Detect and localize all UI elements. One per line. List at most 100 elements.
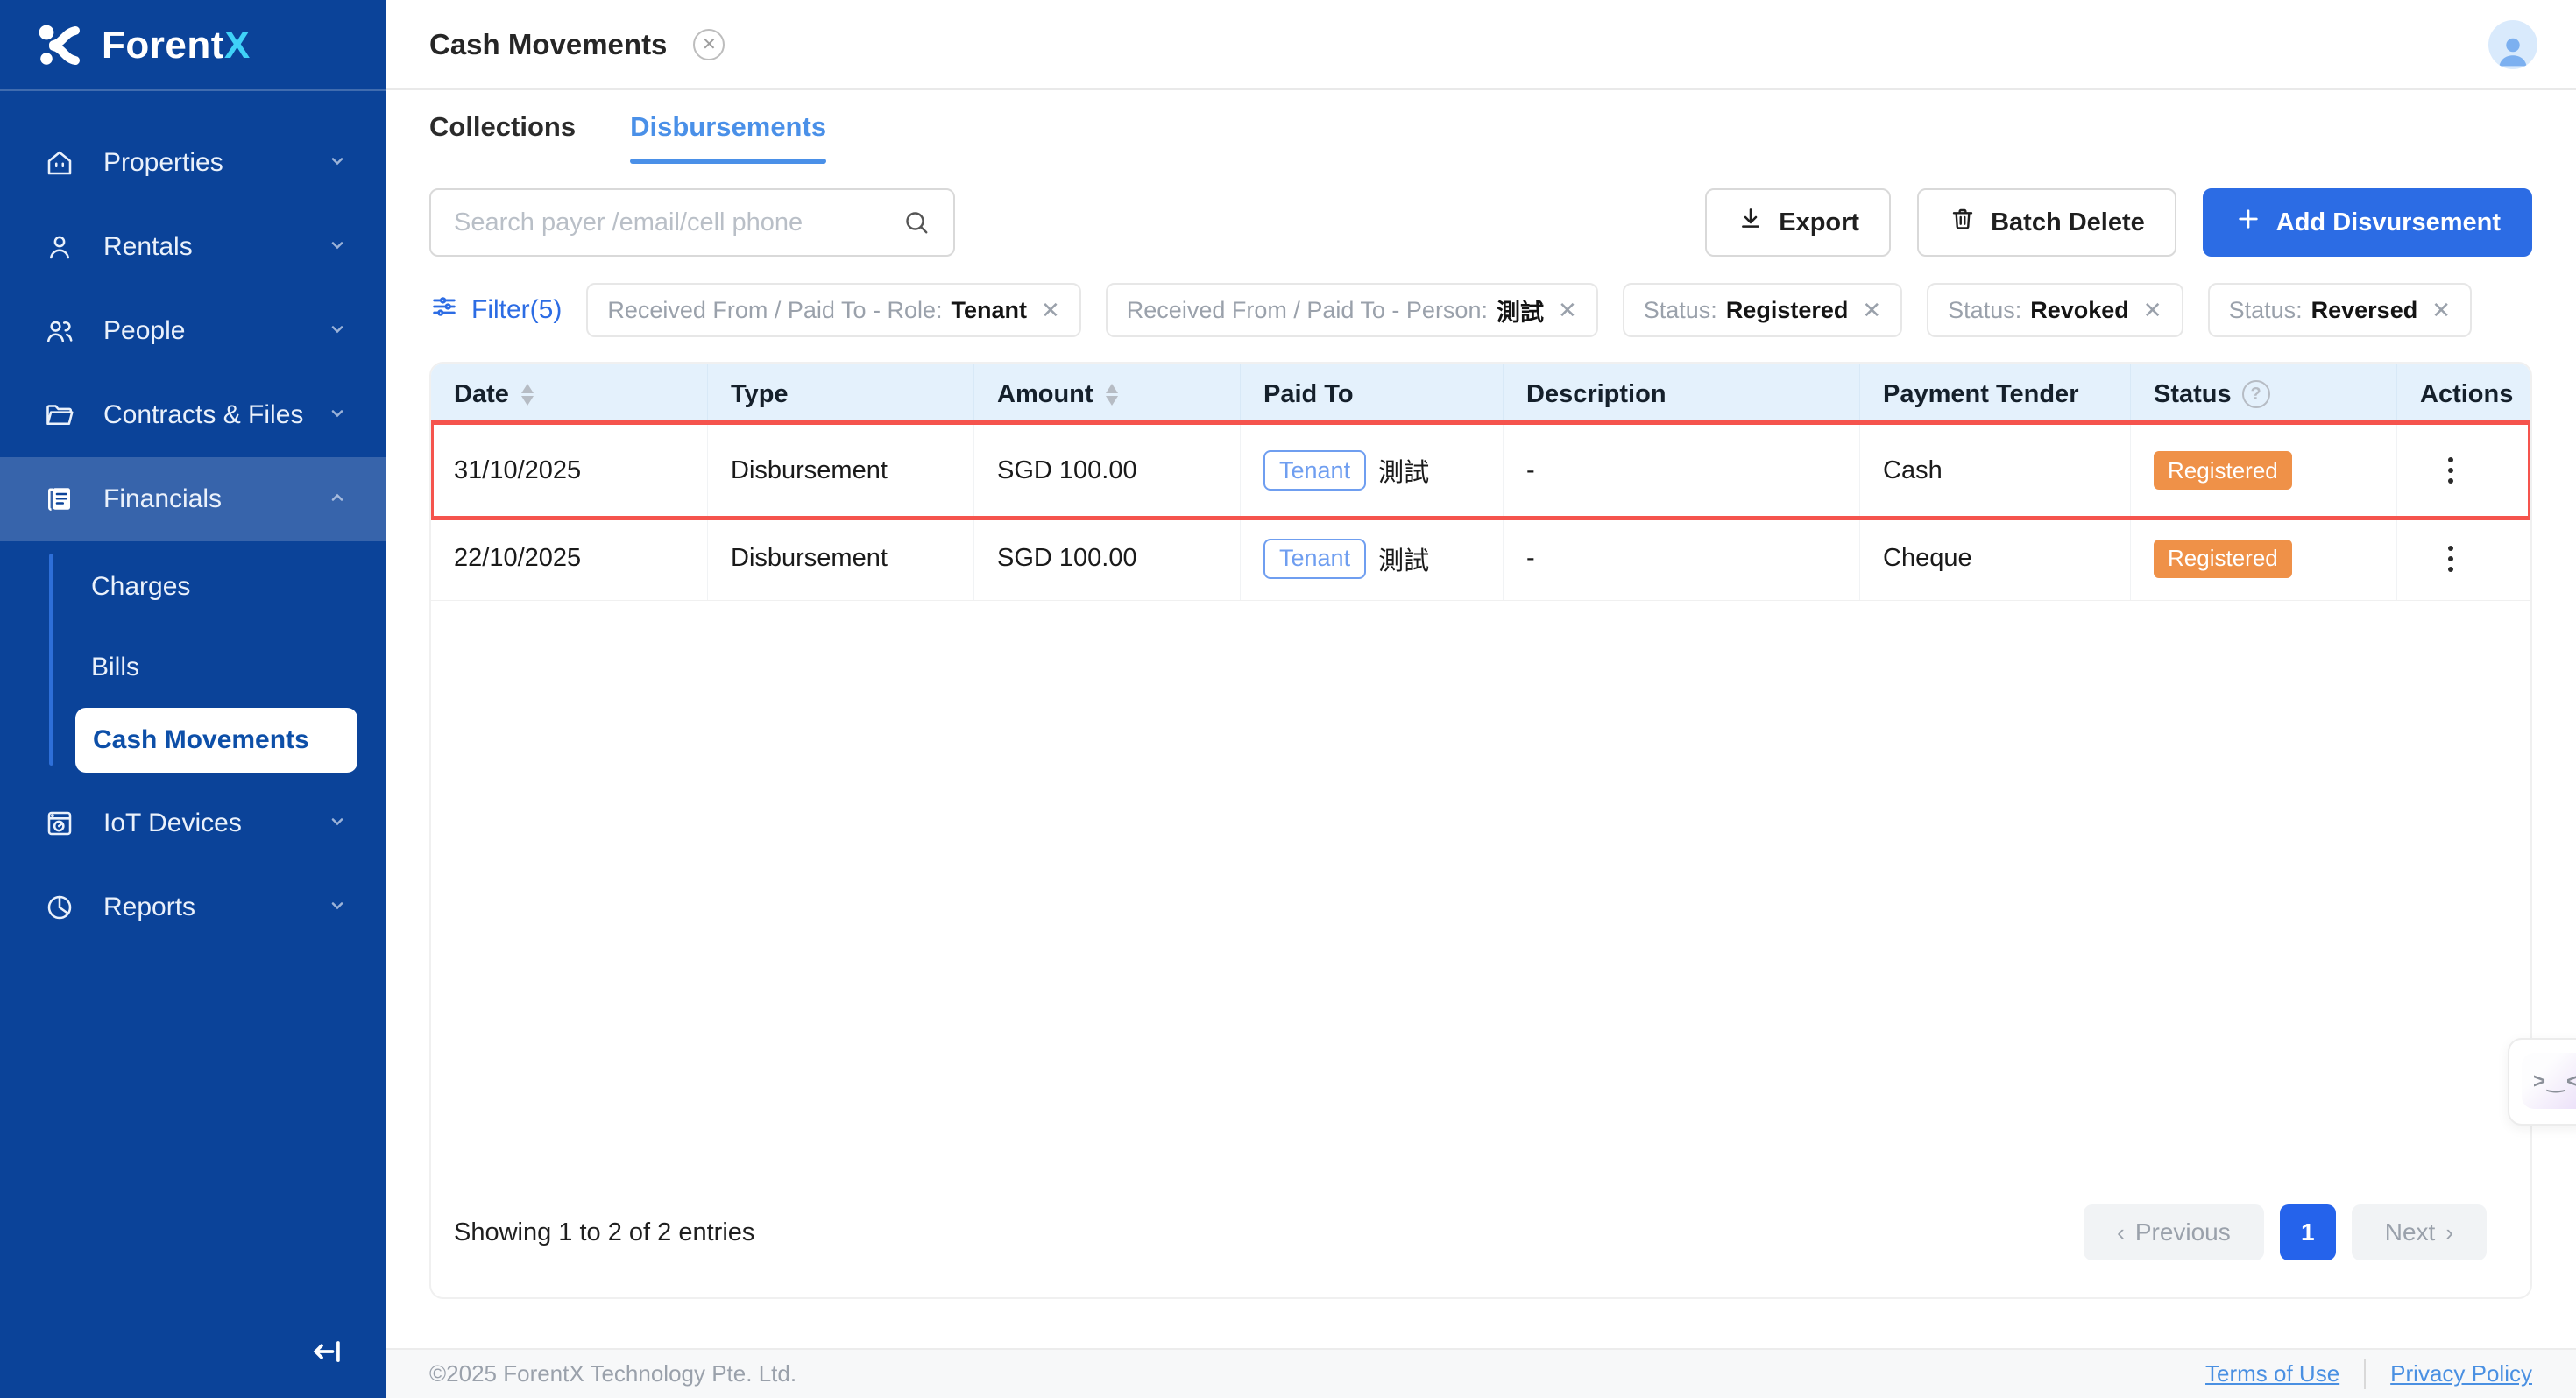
export-button[interactable]: Export: [1705, 188, 1892, 257]
cell-type: Disbursement: [708, 517, 974, 600]
document-icon: [42, 484, 77, 515]
sidebar-item-people[interactable]: People: [0, 289, 386, 373]
next-page-button[interactable]: Next ›: [2351, 1204, 2487, 1260]
cell-actions: [2397, 425, 2530, 516]
remove-filter-icon[interactable]: ✕: [2431, 297, 2451, 324]
sidebar-item-label: Contracts & Files: [103, 400, 304, 429]
sidebar-item-cash-movements[interactable]: Cash Movements: [75, 708, 357, 773]
search-box: [429, 188, 955, 257]
filter-chip-status-reversed: Status: Reversed ✕: [2207, 283, 2473, 337]
cell-paid-to: Tenant 測試: [1241, 517, 1504, 600]
help-icon[interactable]: ?: [2241, 380, 2270, 408]
remove-filter-icon[interactable]: ✕: [1558, 297, 1577, 324]
privacy-policy-link[interactable]: Privacy Policy: [2390, 1360, 2532, 1387]
home-icon: [42, 147, 77, 179]
column-header-paid-to: Paid To: [1241, 364, 1504, 425]
sidebar-item-label: IoT Devices: [103, 808, 242, 837]
sidebar-item-contracts-files[interactable]: Contracts & Files: [0, 373, 386, 457]
cell-actions: [2397, 517, 2530, 600]
cell-date: 22/10/2025: [431, 517, 708, 600]
people-icon: [42, 315, 77, 347]
download-icon: [1737, 205, 1765, 240]
tab-bar: Collections Disbursements: [429, 111, 2532, 164]
page-title: Cash Movements: [429, 27, 668, 60]
chevron-down-icon: [324, 400, 350, 431]
brand-logo: ForentX: [0, 0, 386, 89]
sidebar-item-label: Financials: [103, 484, 223, 513]
remove-filter-icon[interactable]: ✕: [1862, 297, 1881, 324]
user-avatar[interactable]: [2488, 19, 2537, 69]
collapse-arrow-icon: [308, 1341, 347, 1374]
close-tab-icon[interactable]: ✕: [693, 28, 725, 60]
column-header-date[interactable]: Date: [431, 364, 708, 425]
terms-of-use-link[interactable]: Terms of Use: [2205, 1360, 2339, 1387]
filter-bar: Filter(5) Received From / Paid To - Role…: [429, 283, 2532, 337]
search-input[interactable]: [429, 188, 955, 257]
tab-disbursements[interactable]: Disbursements: [630, 111, 826, 164]
add-disbursement-label: Add Disvursement: [2275, 208, 2501, 237]
remove-filter-icon[interactable]: ✕: [2143, 297, 2162, 324]
cell-payment-tender: Cheque: [1860, 517, 2131, 600]
topbar: Cash Movements ✕: [386, 0, 2576, 90]
page-number-button[interactable]: 1: [2279, 1204, 2336, 1260]
cell-amount: SGD 100.00: [974, 517, 1241, 600]
pie-chart-icon: [42, 892, 77, 923]
chevron-right-icon: ›: [2445, 1218, 2453, 1246]
column-header-status: Status ?: [2131, 364, 2397, 425]
table-row[interactable]: 22/10/2025 Disbursement SGD 100.00 Tenan…: [431, 517, 2530, 601]
cell-type: Disbursement: [708, 425, 974, 516]
sidebar-item-properties[interactable]: Properties: [0, 121, 386, 205]
column-header-amount[interactable]: Amount: [974, 364, 1241, 425]
sidebar-item-charges[interactable]: Charges: [0, 547, 386, 627]
sidebar-item-rentals[interactable]: Rentals: [0, 205, 386, 289]
sort-icon[interactable]: [520, 383, 535, 406]
paid-to-name: 測試: [1378, 547, 1430, 575]
content: Collections Disbursements Export: [386, 90, 2576, 1348]
filter-chip-person: Received From / Paid To - Person: 測試 ✕: [1105, 283, 1598, 337]
main-area: Cash Movements ✕ Collections Disbursemen…: [386, 0, 2576, 1398]
previous-page-button[interactable]: ‹ Previous: [2084, 1204, 2264, 1260]
entries-summary: Showing 1 to 2 of 2 entries: [454, 1218, 755, 1246]
avatar-person-icon: [2499, 38, 2527, 66]
chevron-down-icon: [324, 808, 350, 839]
filter-button[interactable]: Filter(5): [429, 292, 562, 328]
sidebar-item-bills[interactable]: Bills: [0, 627, 386, 708]
kebab-menu-icon[interactable]: [2448, 545, 2453, 572]
kebab-menu-icon[interactable]: [2448, 457, 2453, 484]
sidebar-item-label: Reports: [103, 893, 196, 921]
table-body: 31/10/2025 Disbursement SGD 100.00 Tenan…: [431, 420, 2530, 601]
column-header-payment-tender: Payment Tender: [1860, 364, 2131, 425]
add-disbursement-button[interactable]: Add Disvursement: [2202, 188, 2532, 257]
tab-collections[interactable]: Collections: [429, 111, 576, 164]
chevron-down-icon: [324, 232, 350, 263]
sidebar-item-label: People: [103, 316, 186, 345]
filter-icon: [429, 292, 459, 328]
cell-amount: SGD 100.00: [974, 425, 1241, 516]
sidebar-item-label: Properties: [103, 148, 223, 177]
feedback-widget-button[interactable]: >‿<: [2522, 1053, 2576, 1109]
sidebar-item-reports[interactable]: Reports: [0, 865, 386, 950]
sidebar-collapse-button[interactable]: [308, 1332, 347, 1375]
sidebar-item-iot-devices[interactable]: IoT Devices: [0, 781, 386, 865]
cell-description: -: [1504, 517, 1860, 600]
folder-icon: [42, 399, 77, 431]
sort-icon[interactable]: [1104, 383, 1120, 406]
table-row[interactable]: 31/10/2025 Disbursement SGD 100.00 Tenan…: [431, 425, 2530, 517]
sidebar-item-financials[interactable]: Financials: [0, 457, 386, 541]
status-badge: Registered: [2154, 539, 2292, 578]
search-icon[interactable]: [901, 207, 932, 243]
trash-icon: [1949, 205, 1977, 240]
chevron-down-icon: [324, 148, 350, 179]
submenu-active-track: [49, 554, 53, 766]
sidebar: ForentX Properties Rentals People Contra…: [0, 0, 386, 1398]
cell-description: -: [1504, 425, 1860, 516]
cell-date: 31/10/2025: [431, 425, 708, 516]
batch-delete-button[interactable]: Batch Delete: [1917, 188, 2176, 257]
remove-filter-icon[interactable]: ✕: [1041, 297, 1060, 324]
cell-paid-to: Tenant 測試: [1241, 425, 1504, 516]
sidebar-item-label: Rentals: [103, 232, 193, 261]
table-header: Date Type Amount Paid To Description Pay…: [431, 364, 2530, 425]
column-header-description: Description: [1504, 364, 1860, 425]
financials-submenu: Charges Bills Cash Movements: [0, 541, 386, 781]
role-badge: Tenant: [1263, 538, 1367, 579]
